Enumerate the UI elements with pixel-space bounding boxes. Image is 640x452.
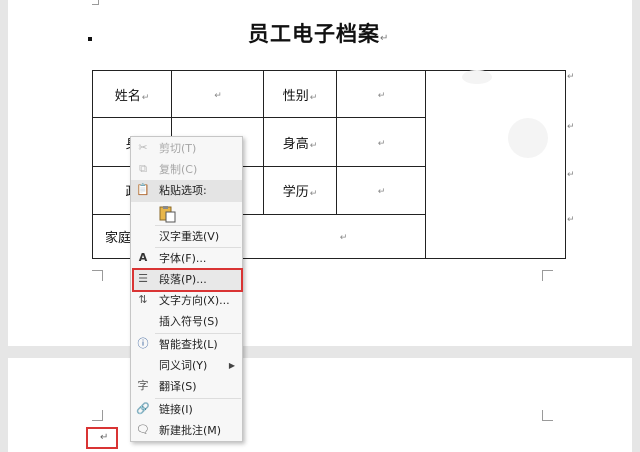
menu-item-label: 同义词(Y) xyxy=(159,359,208,372)
menu-item-insert-symbol[interactable]: 插入符号(S) xyxy=(131,311,242,332)
cursor-paragraph-mark[interactable]: ↵ xyxy=(100,432,108,443)
cell-height-value[interactable]: ↵ xyxy=(336,117,426,167)
photo-placeholder xyxy=(508,118,548,158)
paragraph-mark: ↵ xyxy=(380,33,390,44)
paste-keep-formatting-icon[interactable] xyxy=(159,205,177,223)
menu-item-label: 粘贴选项: xyxy=(159,184,207,197)
page-corner-mark xyxy=(542,270,553,281)
row-end-mark: ↵ xyxy=(567,72,575,82)
paragraph-mark: ↵ xyxy=(141,92,150,103)
menu-item-label: 文字方向(X)... xyxy=(159,294,230,307)
page-corner-mark xyxy=(92,270,103,281)
comment-icon: 🗨 xyxy=(136,423,150,436)
bullet-dot xyxy=(88,37,92,41)
cell-height-label[interactable]: 身高↵ xyxy=(263,117,337,167)
paragraph-mark: ↵ xyxy=(377,138,386,149)
menu-item-label: 翻译(S) xyxy=(159,380,197,393)
document-title[interactable]: 员工电子档案↵ xyxy=(248,18,389,48)
row-end-mark: ↵ xyxy=(567,170,575,180)
cell-gender-value[interactable]: ↵ xyxy=(336,70,426,118)
menu-item-new-comment[interactable]: 🗨 新建批注(M) xyxy=(131,420,242,441)
page-corner-mark xyxy=(92,0,99,5)
paragraph-mark: ↵ xyxy=(309,92,318,103)
paste-icon: 📋 xyxy=(136,183,150,196)
menu-item-label: 复制(C) xyxy=(159,163,198,176)
cell-photo[interactable] xyxy=(425,70,566,259)
menu-item-paragraph[interactable]: ☰ 段落(P)... xyxy=(131,269,242,290)
paragraph-mark: ↵ xyxy=(309,140,318,151)
title-text: 员工电子档案 xyxy=(248,22,380,46)
paragraph-mark: ↵ xyxy=(339,233,348,243)
copy-icon: ⧉ xyxy=(139,162,147,175)
paragraph-icon: ☰ xyxy=(138,272,148,285)
menu-item-label: 新建批注(M) xyxy=(159,424,222,437)
menu-item-text-direction[interactable]: ⇅ 文字方向(X)... xyxy=(131,290,242,311)
menu-item-label: 智能查找(L) xyxy=(159,338,218,351)
page-corner-mark xyxy=(92,410,103,421)
menu-item-label: 插入符号(S) xyxy=(159,315,219,328)
scissors-icon: ✂ xyxy=(138,141,148,154)
smart-lookup-icon: ⓘ xyxy=(137,337,149,350)
cell-education-label[interactable]: 学历↵ xyxy=(263,166,337,215)
paragraph-mark: ↵ xyxy=(309,189,318,199)
menu-item-label: 链接(I) xyxy=(159,403,193,416)
menu-item-label: 剪切(T) xyxy=(159,142,197,155)
menu-item-label: 字体(F)... xyxy=(159,252,207,265)
menu-item-smart-lookup[interactable]: ⓘ 智能查找(L) xyxy=(131,334,242,355)
gender-label: 性别 xyxy=(282,88,309,104)
row-end-mark: ↵ xyxy=(567,215,575,225)
page-corner-mark xyxy=(542,410,553,421)
link-icon: 🔗 xyxy=(136,402,150,415)
text-direction-icon: ⇅ xyxy=(138,293,148,306)
height-label: 身高 xyxy=(282,136,309,152)
menu-item-font[interactable]: A 字体(F)... xyxy=(131,248,242,269)
education-label: 学历 xyxy=(282,185,309,200)
paragraph-mark: ↵ xyxy=(214,90,222,101)
translate-icon: 字 xyxy=(137,379,149,392)
row-end-mark: ↵ xyxy=(567,122,575,132)
cell-name-label[interactable]: 姓名↵ xyxy=(92,70,172,118)
submenu-arrow-icon: ▶ xyxy=(228,361,235,370)
menu-item-synonyms[interactable]: 同义词(Y) ▶ xyxy=(131,355,242,376)
context-menu[interactable]: ✂ 剪切(T) ⧉ 复制(C) 📋 粘贴选项: 汉字重选(V) A 字体(F).… xyxy=(130,136,243,442)
row4-label: 家庭 xyxy=(105,231,132,246)
menu-item-reconvert[interactable]: 汉字重选(V) xyxy=(131,226,242,247)
cell-name-value[interactable]: ↵ xyxy=(171,70,264,118)
menu-item-label: 汉字重选(V) xyxy=(159,230,220,243)
menu-item-paste-options: 📋 粘贴选项: xyxy=(131,180,242,201)
menu-item-cut[interactable]: ✂ 剪切(T) xyxy=(131,138,242,159)
photo-placeholder xyxy=(462,70,492,84)
menu-item-label: 段落(P)... xyxy=(159,273,207,286)
cell-gender-label[interactable]: 性别↵ xyxy=(263,70,337,118)
cell-education-value[interactable]: ↵ xyxy=(336,166,426,215)
menu-item-copy[interactable]: ⧉ 复制(C) xyxy=(131,159,242,180)
paragraph-mark: ↵ xyxy=(377,187,386,197)
name-label: 姓名 xyxy=(114,88,141,104)
font-icon: A xyxy=(138,251,148,264)
menu-item-link[interactable]: 🔗 链接(I) xyxy=(131,399,242,420)
paragraph-mark: ↵ xyxy=(377,90,386,101)
menu-item-translate[interactable]: 字 翻译(S) xyxy=(131,376,242,397)
